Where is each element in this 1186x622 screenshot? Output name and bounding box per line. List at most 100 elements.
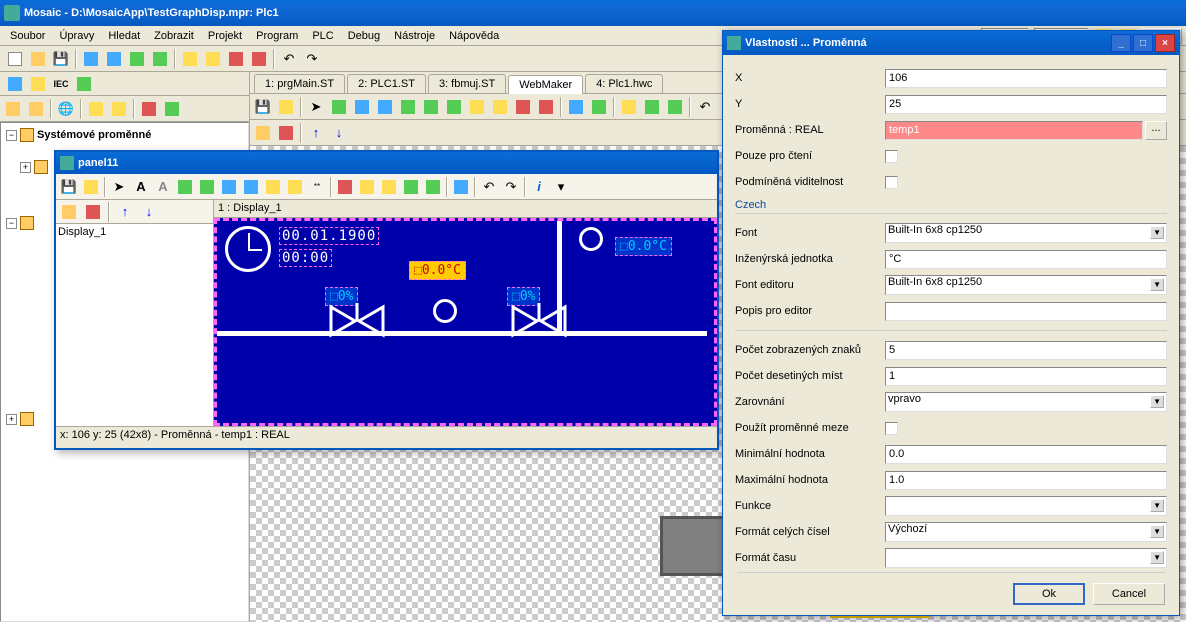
tool-icon[interactable] xyxy=(356,176,378,198)
tool-icon[interactable] xyxy=(422,176,444,198)
tool-icon[interactable] xyxy=(374,96,396,118)
tool-icon[interactable] xyxy=(58,201,80,223)
text-icon[interactable]: A xyxy=(130,176,152,198)
hmi-temp-side[interactable]: ⬚0.0°C xyxy=(615,237,672,256)
tool-icon[interactable]: 💾 xyxy=(252,96,274,118)
checkbox-condvis[interactable] xyxy=(885,176,898,189)
redo-icon[interactable]: ↷ xyxy=(301,48,323,70)
tool-icon[interactable] xyxy=(202,48,224,70)
tab-prgmain[interactable]: 1: prgMain.ST xyxy=(254,74,345,93)
arrow-down-icon[interactable]: ↓ xyxy=(138,201,160,223)
minimize-button[interactable]: _ xyxy=(1111,34,1131,52)
tool-icon[interactable] xyxy=(80,176,102,198)
select-align[interactable]: vpravo xyxy=(885,392,1167,412)
menu-zobrazit[interactable]: Zobrazit xyxy=(148,28,200,44)
input-y[interactable] xyxy=(885,95,1167,114)
expand-icon[interactable]: − xyxy=(6,218,17,229)
tool-icon[interactable] xyxy=(179,48,201,70)
menu-debug[interactable]: Debug xyxy=(342,28,386,44)
arrow-down-icon[interactable]: ↓ xyxy=(328,122,350,144)
text-icon[interactable]: A xyxy=(152,176,174,198)
hmi-date[interactable]: 00.01.1900 xyxy=(279,227,379,245)
tool-icon[interactable] xyxy=(82,201,104,223)
tab-icon[interactable]: IEC xyxy=(50,73,72,95)
tab-webmaker[interactable]: WebMaker xyxy=(508,75,583,94)
tab-plc1[interactable]: 2: PLC1.ST xyxy=(347,74,426,93)
tool-icon[interactable] xyxy=(641,96,663,118)
tool-icon[interactable] xyxy=(275,96,297,118)
menu-nastroje[interactable]: Nástroje xyxy=(388,28,441,44)
menu-upravy[interactable]: Úpravy xyxy=(53,28,100,44)
tool-icon[interactable] xyxy=(85,98,107,120)
pointer-icon[interactable]: ➤ xyxy=(108,176,130,198)
tab-fbmuj[interactable]: 3: fbmuj.ST xyxy=(428,74,506,93)
tool-icon[interactable] xyxy=(248,48,270,70)
tool-icon[interactable] xyxy=(25,98,47,120)
pointer-icon[interactable]: ➤ xyxy=(305,96,327,118)
hmi-valve[interactable] xyxy=(327,303,387,339)
expand-icon[interactable]: + xyxy=(20,162,31,173)
tool-icon[interactable]: ** xyxy=(306,176,328,198)
tool-icon[interactable] xyxy=(174,176,196,198)
cancel-button[interactable]: Cancel xyxy=(1093,583,1165,605)
tab-icon[interactable] xyxy=(73,73,95,95)
maximize-button[interactable]: □ xyxy=(1133,34,1153,52)
hmi-canvas[interactable]: 00.01.1900 00:00 ⬚0.0°C ⬚0% ⬚0% ⬚0.0°C xyxy=(214,218,717,426)
tool-icon[interactable] xyxy=(588,96,610,118)
menu-projekt[interactable]: Projekt xyxy=(202,28,248,44)
hmi-sensor[interactable] xyxy=(433,299,457,323)
info-icon[interactable]: i xyxy=(528,176,550,198)
select-intfmt[interactable]: Výchozí xyxy=(885,522,1167,542)
list-item[interactable]: Display_1 xyxy=(58,226,211,238)
tool-icon[interactable] xyxy=(400,176,422,198)
tab-icon[interactable] xyxy=(27,73,49,95)
undo-icon[interactable]: ↶ xyxy=(278,48,300,70)
tool-icon[interactable] xyxy=(103,48,125,70)
select-timefmt[interactable] xyxy=(885,548,1167,568)
dialog-titlebar[interactable]: Vlastnosti ... Proměnná _ □ × xyxy=(723,31,1179,55)
redo-icon[interactable]: ↷ xyxy=(500,176,522,198)
input-chars[interactable] xyxy=(885,341,1167,360)
tool-icon[interactable] xyxy=(196,176,218,198)
tool-icon[interactable] xyxy=(275,122,297,144)
expand-icon[interactable]: + xyxy=(6,414,17,425)
checkbox-uselimits[interactable] xyxy=(885,422,898,435)
hmi-time[interactable]: 00:00 xyxy=(279,249,332,267)
undo-icon[interactable]: ↶ xyxy=(694,96,716,118)
tool-icon[interactable] xyxy=(218,176,240,198)
save-icon[interactable]: 💾 xyxy=(58,176,80,198)
open-icon[interactable] xyxy=(27,48,49,70)
save-icon[interactable]: 💾 xyxy=(50,48,72,70)
select-font[interactable]: Built-In 6x8 cp1250 xyxy=(885,223,1167,243)
input-max[interactable] xyxy=(885,471,1167,490)
tool-icon[interactable] xyxy=(420,96,442,118)
tool-icon[interactable] xyxy=(80,48,102,70)
dropdown-icon[interactable]: ▾ xyxy=(550,176,572,198)
browse-button[interactable]: ... xyxy=(1145,121,1167,140)
new-icon[interactable] xyxy=(4,48,26,70)
tool-icon[interactable] xyxy=(351,96,373,118)
input-x[interactable] xyxy=(885,69,1167,88)
arrow-up-icon[interactable]: ↑ xyxy=(114,201,136,223)
tool-icon[interactable] xyxy=(240,176,262,198)
menu-hledat[interactable]: Hledat xyxy=(102,28,146,44)
hmi-sensor[interactable] xyxy=(579,227,603,251)
tool-icon[interactable] xyxy=(284,176,306,198)
tool-icon[interactable] xyxy=(450,176,472,198)
hmi-temp-main[interactable]: ⬚0.0°C xyxy=(409,261,466,280)
tool-icon[interactable] xyxy=(328,96,350,118)
tool-icon[interactable] xyxy=(378,176,400,198)
panel11-titlebar[interactable]: panel11 xyxy=(56,152,717,174)
expand-icon[interactable]: − xyxy=(6,130,17,141)
tool-icon[interactable] xyxy=(149,48,171,70)
undo-icon[interactable]: ↶ xyxy=(478,176,500,198)
tool-icon[interactable] xyxy=(535,96,557,118)
tool-icon[interactable] xyxy=(161,98,183,120)
tool-icon[interactable] xyxy=(262,176,284,198)
ok-button[interactable]: Ok xyxy=(1013,583,1085,605)
tool-icon[interactable] xyxy=(334,176,356,198)
close-button[interactable]: × xyxy=(1155,34,1175,52)
tool-icon[interactable] xyxy=(252,122,274,144)
display-list[interactable]: Display_1 xyxy=(56,224,213,240)
input-min[interactable] xyxy=(885,445,1167,464)
